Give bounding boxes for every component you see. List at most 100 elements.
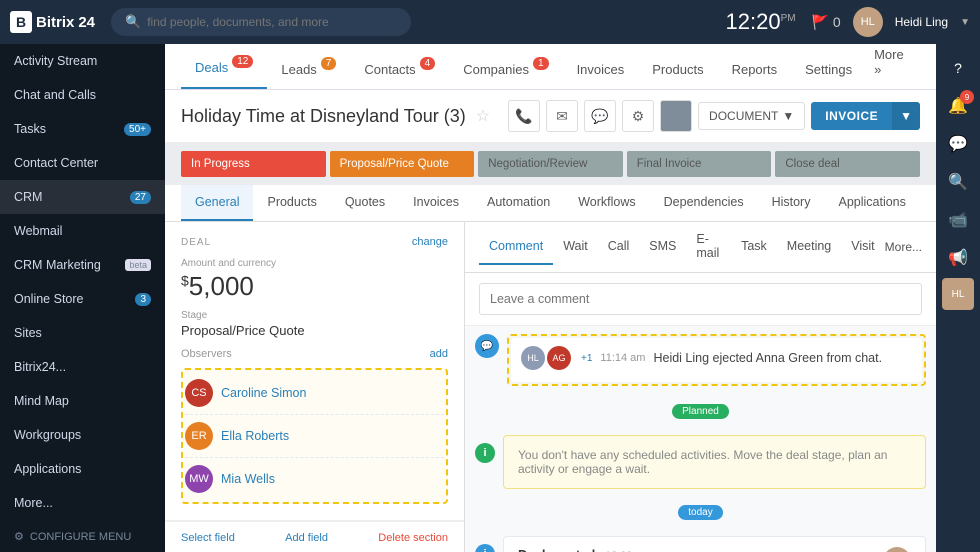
sidebar-item-crm-marketing[interactable]: CRM Marketing beta: [0, 248, 165, 282]
configure-icon: ⚙: [14, 530, 24, 543]
tab-settings[interactable]: Settings: [791, 50, 866, 89]
user-name[interactable]: Heidi Ling: [895, 15, 948, 29]
chat-button[interactable]: 💬: [584, 100, 616, 132]
document-button[interactable]: DOCUMENT ▼: [698, 102, 805, 130]
activity-chat-item: 💬 HL AG +1 11:14 am Heidi Ling ejected A…: [465, 326, 936, 394]
scheduled-box: You don't have any scheduled activities.…: [503, 435, 926, 489]
content-area: Deals 12 Leads 7 Contacts 4 Companies 1 …: [165, 44, 936, 552]
subtab-invoices[interactable]: Invoices: [399, 185, 473, 221]
deal-section-header: DEAL change: [181, 236, 448, 248]
tab-more[interactable]: More »: [866, 44, 920, 89]
observers-header: Observers add: [181, 348, 448, 360]
sidebar-item-mind-map[interactable]: Mind Map: [0, 384, 165, 418]
sidebar-item-webmail[interactable]: Webmail: [0, 214, 165, 248]
subtab-workflows[interactable]: Workflows: [564, 185, 649, 221]
subtab-automation[interactable]: Automation: [473, 185, 564, 221]
subtab-applications[interactable]: Applications: [824, 185, 919, 221]
observer-name-ella[interactable]: Ella Roberts: [221, 429, 289, 443]
sidebar-item-sites[interactable]: Sites: [0, 316, 165, 350]
stage-final-invoice[interactable]: Final Invoice: [627, 151, 772, 177]
phone-button[interactable]: 📞: [508, 100, 540, 132]
activity-tab-call[interactable]: Call: [598, 229, 640, 265]
color-swatch-button[interactable]: [660, 100, 692, 132]
stage-negotiation[interactable]: Negotiation/Review: [478, 151, 623, 177]
activity-tab-sms[interactable]: SMS: [639, 229, 686, 265]
rs-video-icon[interactable]: 📹: [940, 202, 976, 238]
subtab-general[interactable]: General: [181, 185, 253, 221]
app-name: Bitrix: [36, 14, 74, 31]
activity-tab-wait[interactable]: Wait: [553, 229, 598, 265]
tab-deals[interactable]: Deals 12: [181, 48, 267, 89]
observer-name-caroline[interactable]: Caroline Simon: [221, 386, 306, 400]
tasks-badge: 50+: [124, 123, 151, 136]
sidebar-item-tasks[interactable]: Tasks 50+: [0, 112, 165, 146]
deal-created-title: Deal created 12:09 pm: [518, 547, 708, 552]
subtab-quotes[interactable]: Quotes: [331, 185, 399, 221]
sidebar-item-more[interactable]: More...: [0, 486, 165, 520]
rs-notifications-icon[interactable]: 🔔 9: [940, 88, 976, 124]
observer-name-mia[interactable]: Mia Wells: [221, 472, 275, 486]
sidebar-item-contact-center[interactable]: Contact Center: [0, 146, 165, 180]
tab-reports[interactable]: Reports: [718, 50, 792, 89]
tab-leads[interactable]: Leads 7: [267, 50, 350, 89]
stage-value: Proposal/Price Quote: [181, 323, 448, 338]
rs-megaphone-icon[interactable]: 📢: [940, 240, 976, 276]
search-input[interactable]: [147, 15, 387, 29]
add-field-link[interactable]: Add field: [285, 532, 328, 544]
avatar[interactable]: HL: [853, 7, 883, 37]
sidebar-item-chat-and-calls[interactable]: Chat and Calls: [0, 78, 165, 112]
stage-proposal[interactable]: Proposal/Price Quote: [330, 151, 475, 177]
left-panel: DEAL change Amount and currency $5,000 S…: [165, 222, 465, 552]
sidebar-item-crm[interactable]: CRM 27: [0, 180, 165, 214]
search-bar[interactable]: 🔍: [111, 8, 411, 36]
contacts-badge: 4: [420, 57, 436, 70]
sidebar-item-workgroups[interactable]: Workgroups: [0, 418, 165, 452]
tab-products[interactable]: Products: [638, 50, 717, 89]
gear-button[interactable]: ⚙: [622, 100, 654, 132]
sidebar-item-bitrix24[interactable]: Bitrix24...: [0, 350, 165, 384]
star-icon[interactable]: ☆: [476, 106, 490, 126]
tab-companies[interactable]: Companies 1: [449, 50, 562, 89]
subtab-dependencies[interactable]: Dependencies: [650, 185, 758, 221]
activity-tab-visit[interactable]: Visit: [841, 229, 884, 265]
sidebar-item-applications[interactable]: Applications: [0, 452, 165, 486]
chevron-down-icon[interactable]: ▼: [960, 17, 970, 28]
observer-avatar-ella: ER: [185, 422, 213, 450]
observer-mia: MW Mia Wells: [185, 458, 444, 500]
activity-tab-comment[interactable]: Comment: [479, 229, 553, 265]
deal-created-wrapper: i Deal created 12:09 pm Holiday Time at …: [465, 530, 936, 552]
rs-user-avatar[interactable]: HL: [942, 278, 974, 310]
logo-icon: B: [10, 11, 32, 33]
delete-section-button[interactable]: Delete section: [378, 532, 448, 544]
notifications-badge: 9: [960, 90, 974, 104]
activity-avatar-1: HL: [521, 346, 545, 370]
sidebar-item-online-store[interactable]: Online Store 3: [0, 282, 165, 316]
comment-input[interactable]: [479, 283, 922, 315]
observer-ella: ER Ella Roberts: [185, 415, 444, 458]
rs-chat-icon[interactable]: 💬: [940, 126, 976, 162]
add-observer-link[interactable]: add: [430, 348, 448, 360]
activity-tab-meeting[interactable]: Meeting: [777, 229, 841, 265]
tab-contacts[interactable]: Contacts 4: [350, 50, 449, 89]
activity-tab-more[interactable]: More...: [885, 240, 922, 254]
subtab-products[interactable]: Products: [253, 185, 330, 221]
email-button[interactable]: ✉: [546, 100, 578, 132]
rs-search-icon[interactable]: 🔍: [940, 164, 976, 200]
activity-meta: HL AG +1 11:14 am Heidi Ling ejected Ann…: [521, 346, 912, 370]
sidebar-item-activity-stream[interactable]: Activity Stream: [0, 44, 165, 78]
flag-icon[interactable]: 🚩 0: [812, 14, 841, 31]
rs-help-icon[interactable]: ?: [940, 50, 976, 86]
tab-invoices[interactable]: Invoices: [563, 50, 639, 89]
stage-in-progress[interactable]: In Progress: [181, 151, 326, 177]
configure-menu[interactable]: ⚙ CONFIGURE MENU: [0, 520, 165, 552]
app-logo[interactable]: B Bitrix 24: [10, 11, 95, 33]
stage-close-deal[interactable]: Close deal: [775, 151, 920, 177]
activity-tab-task[interactable]: Task: [731, 229, 777, 265]
subtab-history[interactable]: History: [758, 185, 825, 221]
change-link[interactable]: change: [412, 236, 448, 248]
invoice-arrow-button[interactable]: ▼: [892, 102, 920, 130]
activity-tab-email[interactable]: E-mail: [686, 222, 731, 272]
select-field-link[interactable]: Select field: [181, 532, 235, 544]
content-split: DEAL change Amount and currency $5,000 S…: [165, 222, 936, 552]
invoice-button[interactable]: INVOICE: [811, 102, 892, 130]
